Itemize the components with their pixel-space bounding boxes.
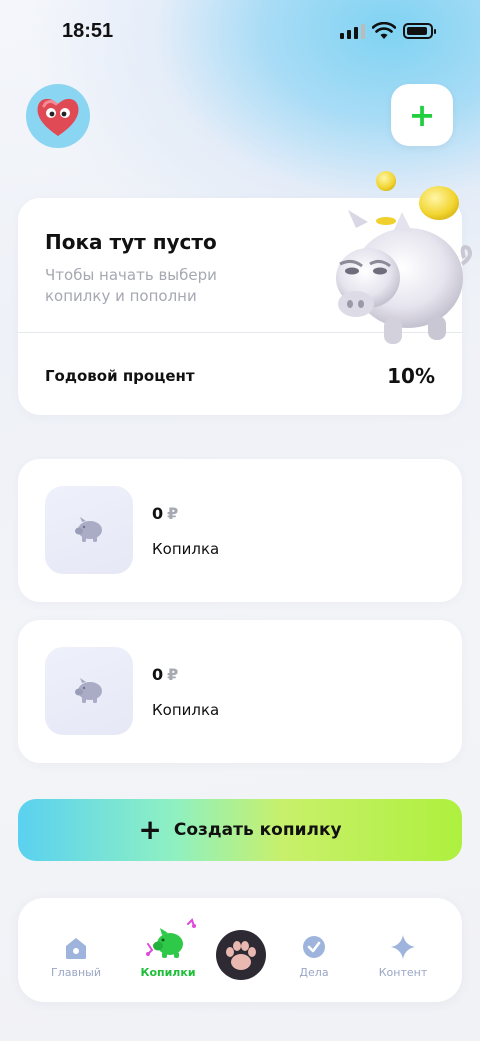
tab-home[interactable]: Главный	[36, 926, 116, 979]
home-icon	[66, 938, 86, 959]
heart-avatar-icon	[37, 98, 79, 136]
tab-label: Дела	[299, 966, 329, 979]
tab-bar: Главный Копилки Дела Контент	[18, 898, 462, 1002]
empty-state-subtitle: Чтобы начать выбери копилку и пополни	[45, 266, 217, 305]
add-button[interactable]: +	[391, 84, 453, 146]
currency-symbol: ₽	[167, 504, 179, 523]
battery-icon	[403, 23, 436, 39]
paw-icon	[226, 941, 256, 970]
avatar[interactable]	[26, 84, 90, 148]
tab-label: Копилки	[140, 966, 196, 979]
currency-symbol: ₽	[167, 665, 179, 684]
create-piggy-bank-label: Создать копилку	[173, 820, 342, 840]
piggy-bank-name: Копилка	[152, 540, 220, 558]
sparkle-icon	[391, 935, 415, 959]
paw-button[interactable]	[216, 930, 266, 980]
piggy-bank-amount: 0 ₽	[152, 665, 179, 684]
piggy-bank-thumbnail	[45, 647, 133, 735]
plus-icon: +	[408, 96, 436, 134]
annual-rate-value: 10%	[387, 364, 435, 388]
piggy-bank-illustration	[336, 171, 472, 344]
cellular-signal-icon	[340, 24, 365, 39]
plus-icon: +	[138, 813, 162, 846]
piggy-bank-icon	[146, 918, 196, 958]
piggy-bank-card[interactable]: 0 ₽ Копилка	[18, 459, 462, 602]
piggy-bank-thumbnail	[45, 486, 133, 574]
empty-state-title: Пока тут пусто	[45, 230, 217, 254]
annual-rate-label: Годовой процент	[45, 367, 195, 385]
tab-piggy-banks[interactable]: Копилки	[128, 918, 208, 979]
piggy-bank-amount: 0 ₽	[152, 504, 179, 523]
status-time: 18:51	[62, 20, 114, 42]
status-bar: 18:51	[0, 0, 480, 64]
create-piggy-bank-button[interactable]: + Создать копилку	[18, 799, 462, 861]
piggy-bank-name: Копилка	[152, 701, 220, 719]
check-circle-icon	[303, 936, 325, 958]
home-indicator-area	[0, 1010, 480, 1041]
piggy-bank-icon	[75, 517, 102, 542]
piggy-bank-card[interactable]: 0 ₽ Копилка	[18, 620, 462, 763]
tab-tasks[interactable]: Дела	[274, 926, 354, 979]
tab-label: Главный	[51, 966, 101, 979]
tab-label: Контент	[378, 966, 428, 979]
tab-content[interactable]: Контент	[363, 926, 443, 979]
piggy-bank-icon	[75, 678, 102, 703]
wifi-icon	[372, 22, 396, 39]
